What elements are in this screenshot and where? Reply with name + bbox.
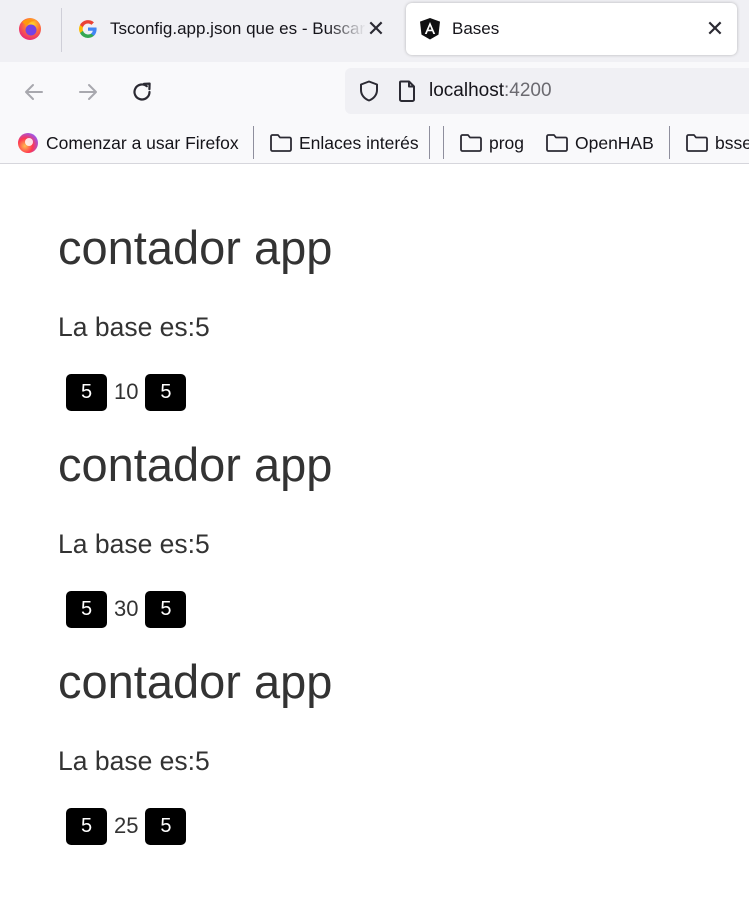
bookmark-separator [443,126,444,159]
url-port: :4200 [504,80,552,101]
page-content: contador app La base es:5 5 10 5 contado… [58,164,738,845]
decrement-button[interactable]: 5 [66,807,107,845]
base-text: La base es:5 [58,529,210,559]
arrow-left-icon [25,84,43,100]
angular-icon [418,17,442,41]
counter-component: contador app La base es:5 5 25 5 [58,598,738,845]
url-text[interactable]: localhost:4200 [429,80,552,102]
firefox-icon [16,131,40,155]
page-icon[interactable] [393,77,421,105]
base-text: La base es:5 [58,312,210,342]
folder-icon [459,131,483,155]
back-button[interactable] [16,74,52,110]
close-icon[interactable]: ✕ [366,18,386,40]
tab-google-search[interactable]: Tsconfig.app.json que es - Buscar con Go… [64,3,398,55]
forward-button[interactable] [70,74,106,110]
bookmark-separator [669,126,670,159]
counter-component: contador app La base es:5 5 30 5 [58,381,738,628]
tab-strip: Tsconfig.app.json que es - Buscar con Go… [0,0,749,62]
bookmark-label: OpenHAB [575,132,654,153]
reload-button[interactable] [124,74,160,110]
url-bar[interactable]: localhost:4200 [345,68,749,114]
bookmark-label: Comenzar a usar Firefox [46,132,239,153]
firefox-view-button[interactable] [0,0,60,58]
bookmark-folder-openhab[interactable]: OpenHAB [545,129,654,157]
bookmark-folder-prog[interactable]: prog [459,129,524,157]
counter-controls: 5 25 5 [66,807,187,845]
close-icon[interactable]: ✕ [705,18,725,40]
google-icon [76,17,100,41]
bookmark-separator [429,126,430,159]
bookmark-separator [253,126,254,159]
counter-component: contador app La base es:5 5 10 5 [58,164,738,411]
tab-bases[interactable]: Bases ✕ [406,3,737,55]
bookmark-folder-enlaces[interactable]: Enlaces interés [269,129,419,157]
bookmark-label: Enlaces interés [299,132,419,153]
firefox-icon [19,18,41,40]
tab-title: Bases [452,19,500,38]
counter-title: contador app [58,438,333,491]
folder-icon [685,131,709,155]
navigation-toolbar: localhost:4200 [0,62,749,122]
increment-button[interactable]: 5 [145,807,187,845]
bookmark-label: bsse [715,132,749,153]
bookmark-comenzar-firefox[interactable]: Comenzar a usar Firefox [16,129,239,157]
tab-title: Tsconfig.app.json que es - Buscar con Go… [110,19,366,38]
shield-icon[interactable] [355,77,383,105]
base-text: La base es:5 [58,746,210,776]
counter-title: contador app [58,221,333,274]
bookmark-folder-bsse[interactable]: bsse [685,129,749,157]
counter-title: contador app [58,655,333,708]
arrow-right-icon [79,84,97,100]
tab-divider [61,8,62,52]
reload-icon [133,82,151,101]
folder-icon [269,131,293,155]
folder-icon [545,131,569,155]
url-host: localhost [429,80,504,101]
counter-value: 25 [114,813,139,838]
bookmark-label: prog [489,132,525,153]
bookmarks-toolbar: Comenzar a usar Firefox Enlaces interés … [0,122,749,164]
